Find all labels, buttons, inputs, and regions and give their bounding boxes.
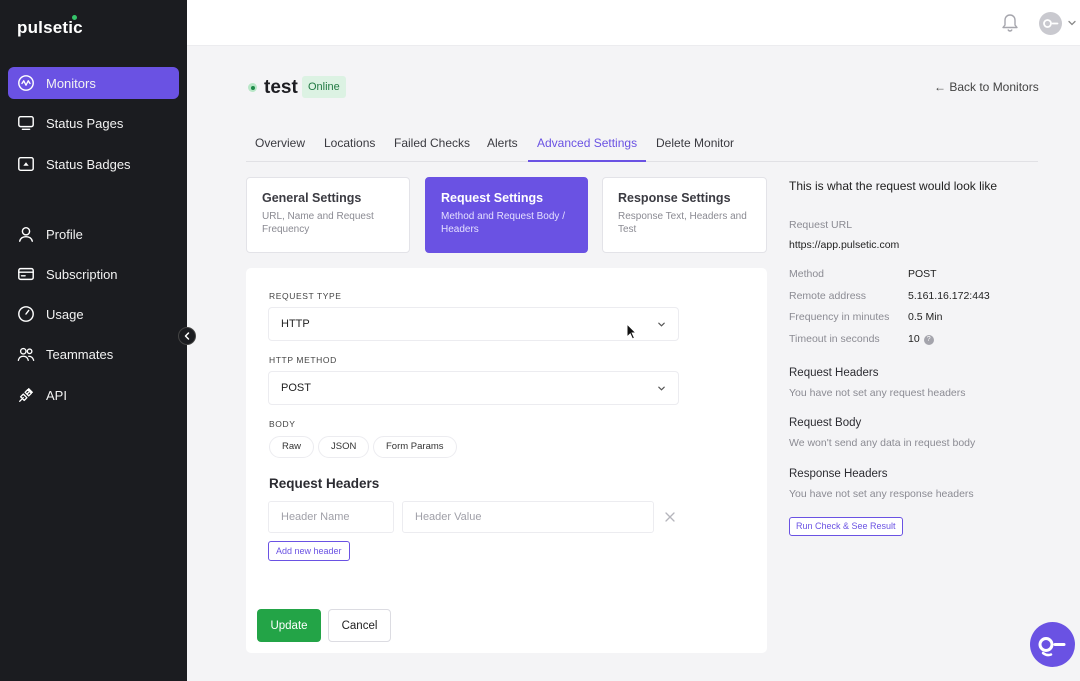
preview-request-body-text: We won't send any data in request body <box>789 437 976 449</box>
sidebar-item-status-pages[interactable]: Status Pages <box>8 107 179 139</box>
chevron-down-icon[interactable] <box>1067 18 1077 28</box>
preview-response-headers-title: Response Headers <box>789 468 888 480</box>
sidebar-item-label: Status Pages <box>46 115 124 131</box>
http-method-label: HTTP METHOD <box>269 355 337 365</box>
add-header-button[interactable]: Add new header <box>268 541 350 561</box>
timeout-label: Timeout in seconds <box>789 333 880 345</box>
tab-failed-checks[interactable]: Failed Checks <box>394 132 470 162</box>
update-button[interactable]: Update <box>257 609 321 642</box>
tab-overview[interactable]: Overview <box>255 132 305 162</box>
status-badge: Online <box>302 76 346 98</box>
back-to-monitors-link[interactable]: ← Back to Monitors <box>934 80 1039 94</box>
preview-request-headers-text: You have not set any request headers <box>789 387 966 399</box>
monitors-icon <box>16 73 36 93</box>
teammates-icon <box>16 344 36 364</box>
chat-icon <box>1038 637 1066 657</box>
sidebar: pulsetic Monitors Status Pages Status Ba… <box>0 0 187 681</box>
header-name-input[interactable] <box>268 501 394 533</box>
page-title: test <box>264 77 298 98</box>
api-icon <box>16 385 36 405</box>
sidebar-item-label: API <box>46 387 67 403</box>
request-type-select[interactable]: HTTP <box>268 307 679 341</box>
sidebar-item-label: Monitors <box>46 75 96 91</box>
preview-request-headers-title: Request Headers <box>789 367 879 379</box>
sidebar-item-label: Usage <box>46 306 84 322</box>
sidebar-item-profile[interactable]: Profile <box>8 218 179 250</box>
tab-locations[interactable]: Locations <box>324 132 375 162</box>
body-option-form-params[interactable]: Form Params <box>373 436 457 458</box>
sidebar-collapse-button[interactable] <box>178 327 196 345</box>
sidebar-item-api[interactable]: API <box>8 379 179 411</box>
frequency-label: Frequency in minutes <box>789 311 890 323</box>
sidebar-item-label: Subscription <box>46 266 118 282</box>
logo[interactable]: pulsetic <box>17 15 83 38</box>
card-title: Response Settings <box>618 191 731 205</box>
tab-alerts[interactable]: Alerts <box>487 132 518 162</box>
preview-title: This is what the request would look like <box>789 179 998 193</box>
http-method-value: POST <box>281 382 311 394</box>
tab-advanced-settings[interactable]: Advanced Settings <box>528 132 647 162</box>
mouse-cursor-icon <box>626 323 638 340</box>
request-url-label: Request URL <box>789 219 853 231</box>
request-type-value: HTTP <box>281 318 310 330</box>
chat-widget-button[interactable] <box>1030 622 1075 667</box>
timeout-value: 10 <box>908 333 920 345</box>
remote-address-label: Remote address <box>789 290 867 302</box>
card-description: URL, Name and Request Frequency <box>262 211 374 235</box>
sidebar-item-subscription[interactable]: Subscription <box>8 258 179 290</box>
chevron-left-icon <box>184 332 190 340</box>
general-settings-card[interactable]: General Settings URL, Name and Request F… <box>246 177 410 253</box>
request-type-label: REQUEST TYPE <box>269 291 342 301</box>
response-settings-card[interactable]: Response Settings Response Text, Headers… <box>602 177 767 253</box>
logo-text: pulsetic <box>17 18 83 37</box>
card-description: Method and Request Body / Headers <box>441 211 565 235</box>
frequency-value: 0.5 Min <box>908 311 943 323</box>
timeout-row: 10? <box>908 333 934 345</box>
request-url-value: https://app.pulsetic.com <box>789 239 900 251</box>
method-label: Method <box>789 268 825 280</box>
body-option-json[interactable]: JSON <box>318 436 370 458</box>
method-value: POST <box>908 268 937 280</box>
user-icon <box>1043 19 1059 28</box>
remote-address-value: 5.161.16.172:443 <box>908 290 990 302</box>
topbar <box>187 0 1080 46</box>
preview-request-body-title: Request Body <box>789 417 862 429</box>
run-check-button[interactable]: Run Check & See Result <box>789 517 903 536</box>
sidebar-item-label: Profile <box>46 226 83 242</box>
body-option-raw[interactable]: Raw <box>269 436 315 458</box>
status-indicator <box>248 83 257 92</box>
tab-bar: Overview Locations Failed Checks Alerts … <box>246 132 1038 162</box>
avatar[interactable] <box>1039 12 1062 35</box>
request-settings-card[interactable]: Request Settings Method and Request Body… <box>425 177 588 253</box>
close-icon[interactable] <box>664 511 676 523</box>
sidebar-item-teammates[interactable]: Teammates <box>8 338 179 370</box>
sidebar-item-status-badges[interactable]: Status Badges <box>8 148 179 180</box>
cancel-button[interactable]: Cancel <box>328 609 391 642</box>
help-icon[interactable]: ? <box>923 335 934 345</box>
sidebar-item-label: Status Badges <box>46 156 131 172</box>
profile-icon <box>16 224 36 244</box>
card-description: Response Text, Headers and Test <box>618 211 747 235</box>
http-method-select[interactable]: POST <box>268 371 679 405</box>
bell-icon[interactable] <box>1001 13 1019 33</box>
status-pages-icon <box>16 113 36 133</box>
status-badges-icon <box>16 154 36 174</box>
tab-delete-monitor[interactable]: Delete Monitor <box>656 132 734 162</box>
sidebar-item-label: Teammates <box>46 346 114 362</box>
sidebar-item-monitors[interactable]: Monitors <box>8 67 179 99</box>
sidebar-item-usage[interactable]: Usage <box>8 298 179 330</box>
chevron-down-icon <box>658 322 665 327</box>
request-headers-title: Request Headers <box>269 476 380 491</box>
card-title: Request Settings <box>441 191 544 205</box>
subscription-icon <box>16 264 36 284</box>
header-value-input[interactable] <box>402 501 654 533</box>
preview-response-headers-text: You have not set any response headers <box>789 488 974 500</box>
card-title: General Settings <box>262 191 362 205</box>
logo-dot <box>72 15 77 20</box>
usage-icon <box>16 304 36 324</box>
body-label: BODY <box>269 419 296 429</box>
chevron-down-icon <box>658 386 665 391</box>
